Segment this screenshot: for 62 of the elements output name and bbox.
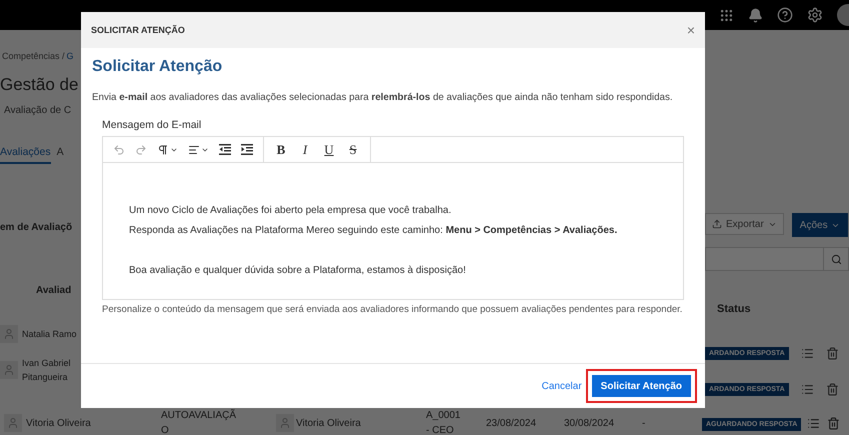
table-cell-text: 30/08/2024 <box>564 418 616 428</box>
table-cell: Natalia Ramo <box>22 329 77 339</box>
trash-icon[interactable] <box>826 346 839 360</box>
indent-button[interactable] <box>239 142 255 157</box>
column-header: Status <box>716 303 752 315</box>
person-icon <box>279 417 291 429</box>
help-text: Personalize o conteúdo da mensagem que será enviada aos avaliadores informando que possuem avaliações pendentes para responder. <box>102 304 684 315</box>
indent-icon <box>241 144 253 155</box>
apps-grid-icon[interactable] <box>719 8 734 22</box>
description-text: Envia e-mail aos avaliadores das avaliações selecionadas para relembrá-los de avaliações que ainda não tenham sido respondidas. <box>92 92 673 103</box>
message-paragraph: Responda as Avaliações na Plataforma Mereo seguindo este caminho: Menu > Competências > Avaliações. <box>129 224 618 238</box>
table-cell-text: - <box>642 418 646 428</box>
search-icon <box>830 254 842 264</box>
undo-icon <box>113 144 125 156</box>
trash-icon[interactable] <box>827 416 840 430</box>
table-cell-text: Vitoria Oliveira <box>26 418 92 428</box>
strike-button[interactable]: S <box>344 142 362 158</box>
upload-icon <box>712 219 722 229</box>
redo-icon <box>135 144 147 156</box>
table-cell-text: 23/08/2024 <box>486 418 538 428</box>
table-cell-text: - CEO <box>426 425 455 435</box>
person-icon <box>3 328 15 340</box>
tab[interactable]: A <box>56 146 64 164</box>
dialog-title: Solicitar Atenção <box>92 58 224 76</box>
submit-button[interactable]: Solicitar Atenção <box>592 375 691 397</box>
message-paragraph: Um novo Ciclo de Avaliações foi aberto pela empresa que você trabalha. <box>129 204 452 218</box>
table-cell-text: O <box>161 425 170 435</box>
help-icon[interactable] <box>777 7 793 23</box>
section-title: em de Avaliaçõ <box>0 222 72 233</box>
align-left-icon <box>188 144 200 156</box>
underline-button[interactable]: U <box>320 142 338 158</box>
table-cell-text: AUTOAVALIAÇÃ <box>161 410 238 421</box>
table-cell-text: Vitoria Oliveira <box>296 418 362 428</box>
bell-icon[interactable] <box>748 8 763 22</box>
actions-button[interactable]: Ações <box>792 213 848 237</box>
message-paragraph: Boa avaliação e qualquer dúvida sobre a Plataforma, estamos à disposição! <box>129 264 466 278</box>
italic-button[interactable]: I <box>296 142 314 158</box>
cancel-link[interactable]: Cancelar <box>542 380 582 392</box>
close-button[interactable]: × <box>686 22 695 38</box>
person-icon <box>3 364 15 376</box>
tab[interactable]: Avaliações <box>0 146 51 164</box>
settings-icon[interactable] <box>807 7 823 23</box>
breadcrumb-link[interactable]: G <box>66 51 74 61</box>
export-button[interactable]: Exportar <box>705 213 784 235</box>
trash-icon[interactable] <box>826 382 839 396</box>
page-subtitle: Avaliação de C <box>4 105 72 116</box>
table-cell-text: A_0001 <box>426 410 462 421</box>
outdent-icon <box>219 144 231 155</box>
breadcrumb-text: Competências / <box>2 51 65 61</box>
bold-button[interactable]: B <box>272 142 290 158</box>
table-cell-text: Pitangueira <box>22 372 69 382</box>
person-icon <box>7 417 19 429</box>
list-icon[interactable] <box>807 416 820 430</box>
pilcrow-icon <box>157 144 169 156</box>
outdent-button[interactable] <box>217 142 233 157</box>
column-header: Avaliad <box>35 285 72 296</box>
table-cell: Ivan Gabriel <box>22 358 71 368</box>
dialog-header-title: SOLICITAR ATENÇÃO <box>91 25 185 35</box>
search-field[interactable] <box>705 247 849 271</box>
page-title: Gestão de <box>0 75 78 95</box>
field-label: Mensagem do E-mail <box>102 119 202 131</box>
rich-text-editor[interactable] <box>102 136 684 300</box>
